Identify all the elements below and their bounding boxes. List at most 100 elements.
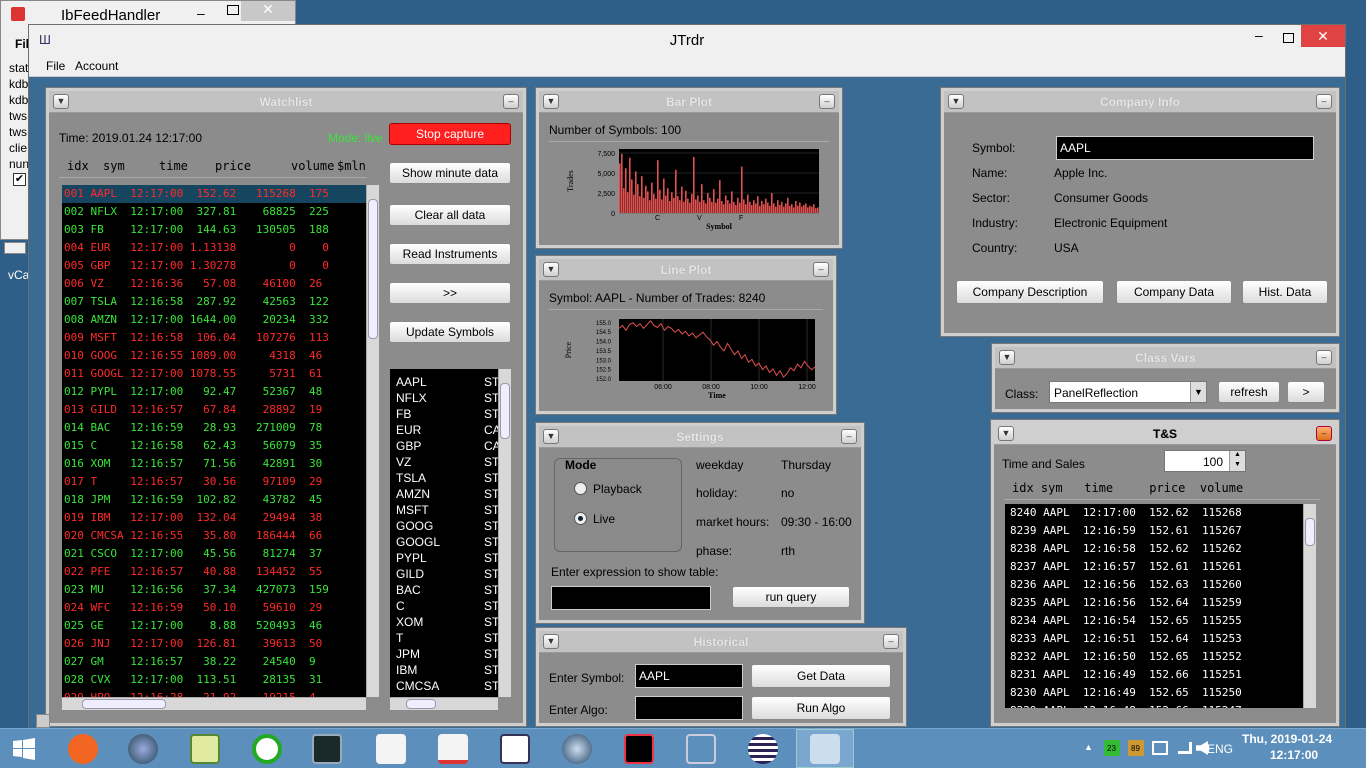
table-row[interactable]: 016 XOM 12:16:57 71.56 42891 30: [62, 455, 366, 473]
get-data-button[interactable]: Get Data: [751, 664, 891, 688]
list-item[interactable]: GOOGL ST: [390, 535, 498, 551]
list-item[interactable]: BAC ST: [390, 583, 498, 599]
table-row[interactable]: 019 IBM 12:17:00 132.04 29494 38: [62, 509, 366, 527]
clear-all-data-button[interactable]: Clear all data: [389, 204, 511, 226]
list-item[interactable]: GBP CA: [390, 439, 498, 455]
maximize-icon[interactable]: [227, 5, 239, 15]
chevron-down-icon[interactable]: ▼: [1190, 382, 1206, 402]
checkbox[interactable]: ✔: [13, 173, 26, 186]
watchlist-titlebar[interactable]: ▼ Watchlist –: [49, 91, 523, 113]
table-row[interactable]: 8235 AAPL 12:16:56 152.64 115259: [1005, 594, 1303, 612]
list-item[interactable]: AAPL ST: [390, 375, 498, 391]
spinner-up-icon[interactable]: ▲: [1229, 451, 1245, 461]
ts-titlebar[interactable]: ▼ T&S –: [994, 423, 1336, 445]
ts-vscroll[interactable]: [1303, 504, 1316, 708]
taskbar-app-13[interactable]: [796, 729, 854, 768]
lineplot-titlebar[interactable]: ▼ Line Plot –: [539, 259, 833, 281]
table-row[interactable]: 002 NFLX 12:17:00 327.81 68825 225: [62, 203, 366, 221]
list-item[interactable]: MSFT ST: [390, 503, 498, 519]
taskbar-app-9[interactable]: [548, 729, 606, 768]
column-header[interactable]: $mln: [337, 159, 366, 173]
minimize-icon[interactable]: –: [1316, 350, 1332, 365]
read-instruments-button[interactable]: Read Instruments: [389, 243, 511, 265]
table-row[interactable]: 028 CVX 12:17:00 113.51 28135 31: [62, 671, 366, 689]
list-item[interactable]: XOM ST: [390, 615, 498, 631]
class-select[interactable]: PanelReflection ▼: [1049, 381, 1207, 403]
table-row[interactable]: 8239 AAPL 12:16:59 152.61 115267: [1005, 522, 1303, 540]
taskbar-app-5[interactable]: [298, 729, 356, 768]
table-row[interactable]: 012 PYPL 12:17:00 92.47 52367 48: [62, 383, 366, 401]
settings-titlebar[interactable]: ▼ Settings –: [539, 426, 861, 448]
list-item[interactable]: AMZN ST: [390, 487, 498, 503]
expression-input[interactable]: [551, 586, 711, 610]
taskbar-app-4[interactable]: [238, 729, 296, 768]
spinner-down-icon[interactable]: ▼: [1229, 461, 1245, 471]
clock-date[interactable]: Thu, 2019-01-24: [1242, 732, 1332, 746]
table-row[interactable]: 8232 AAPL 12:16:50 152.65 115252: [1005, 648, 1303, 666]
list-item[interactable]: C ST: [390, 599, 498, 615]
minimized-frame[interactable]: [36, 714, 50, 728]
playback-radio[interactable]: [574, 482, 587, 495]
list-item[interactable]: CMCSA ST: [390, 679, 498, 695]
table-row[interactable]: 8236 AAPL 12:16:56 152.63 115260: [1005, 576, 1303, 594]
table-row[interactable]: 029 HPQ 12:16:28 21.92 19215 4: [62, 689, 366, 697]
minimize-icon[interactable]: –: [813, 262, 829, 277]
table-row[interactable]: 022 PFE 12:16:57 40.88 134452 55: [62, 563, 366, 581]
live-radio[interactable]: [574, 512, 587, 525]
taskbar-app-8[interactable]: [486, 729, 544, 768]
table-row[interactable]: 8233 AAPL 12:16:51 152.64 115253: [1005, 630, 1303, 648]
table-row[interactable]: 013 GILD 12:16:57 67.84 28892 19: [62, 401, 366, 419]
company-description-button[interactable]: Company Description: [956, 280, 1104, 304]
menu-file[interactable]: File: [46, 59, 65, 73]
run-algo-button[interactable]: Run Algo: [751, 696, 891, 720]
symbol-list-hscroll[interactable]: [390, 697, 498, 710]
taskbar-app-11[interactable]: [672, 729, 730, 768]
table-row[interactable]: 008 AMZN 12:17:00 1644.00 20234 332: [62, 311, 366, 329]
table-row[interactable]: 027 GM 12:16:57 38.22 24540 9: [62, 653, 366, 671]
scroll-thumb[interactable]: [1305, 518, 1315, 546]
taskbar-app-10[interactable]: [610, 729, 668, 768]
table-row[interactable]: 8231 AAPL 12:16:49 152.66 115251: [1005, 666, 1303, 684]
clock-time[interactable]: 12:17:00: [1270, 748, 1318, 762]
table-row[interactable]: 006 VZ 12:16:36 57.08 46100 26: [62, 275, 366, 293]
table-row[interactable]: 8237 AAPL 12:16:57 152.61 115261: [1005, 558, 1303, 576]
list-item[interactable]: IBM ST: [390, 663, 498, 679]
minimize-icon[interactable]: –: [503, 94, 519, 109]
rows-spinner[interactable]: 100 ▲ ▼: [1164, 450, 1246, 472]
next-button[interactable]: >: [1287, 381, 1325, 403]
watchlist-vscroll[interactable]: [366, 185, 379, 697]
table-row[interactable]: 003 FB 12:17:00 144.63 130505 188: [62, 221, 366, 239]
list-item[interactable]: FB ST: [390, 407, 498, 423]
column-header[interactable]: sym: [103, 159, 125, 173]
classvars-titlebar[interactable]: ▼ Class Vars –: [995, 347, 1336, 369]
table-row[interactable]: 007 TSLA 12:16:58 287.92 42563 122: [62, 293, 366, 311]
table-row[interactable]: 001 AAPL 12:17:00 152.62 115268 175: [62, 185, 366, 203]
list-item[interactable]: PYPL ST: [390, 551, 498, 567]
table-row[interactable]: 8230 AAPL 12:16:49 152.65 115250: [1005, 684, 1303, 702]
scroll-thumb[interactable]: [82, 699, 166, 709]
menu-account[interactable]: Account: [75, 59, 118, 73]
table-row[interactable]: 015 C 12:16:58 62.43 56079 35: [62, 437, 366, 455]
taskbar-app-1[interactable]: [54, 729, 112, 768]
ts-table[interactable]: 8240 AAPL 12:17:00 152.62 115268 8239 AAP…: [1005, 504, 1303, 708]
table-row[interactable]: 018 JPM 12:16:59 102.82 43782 45: [62, 491, 366, 509]
tray-arrow-icon[interactable]: ▲: [1084, 742, 1093, 752]
table-row[interactable]: 8240 AAPL 12:17:00 152.62 115268: [1005, 504, 1303, 522]
symbol-list-vscroll[interactable]: [498, 369, 511, 697]
refresh-button[interactable]: refresh: [1218, 381, 1280, 403]
list-item[interactable]: NFLX ST: [390, 391, 498, 407]
symbol-list[interactable]: AAPL ST NFLX ST FB ST EUR CA GBP CA VZ ST TSLA ST AMZN…: [390, 369, 498, 697]
minimize-icon[interactable]: –: [883, 634, 899, 649]
list-item[interactable]: GILD ST: [390, 567, 498, 583]
table-row[interactable]: 009 MSFT 12:16:58 106.04 107276 113: [62, 329, 366, 347]
minimize-icon[interactable]: –: [1316, 94, 1332, 109]
maximize-icon[interactable]: [1283, 33, 1294, 43]
hist-data-button[interactable]: Hist. Data: [1242, 280, 1328, 304]
table-row[interactable]: 011 GOOGL 12:17:00 1078.55 5731 61: [62, 365, 366, 383]
table-row[interactable]: 004 EUR 12:17:00 1.13138 0 0: [62, 239, 366, 257]
scroll-thumb[interactable]: [368, 199, 378, 339]
close-button[interactable]: ✕: [241, 1, 295, 21]
minimize-icon[interactable]: –: [197, 5, 211, 21]
table-row[interactable]: 8234 AAPL 12:16:54 152.65 115255: [1005, 612, 1303, 630]
column-header[interactable]: idx: [67, 159, 89, 173]
